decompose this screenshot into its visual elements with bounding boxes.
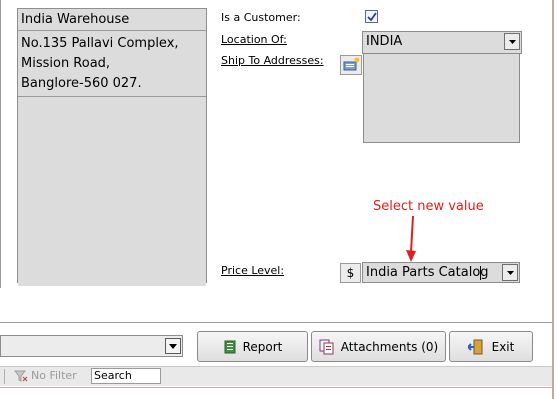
- report-label: Report: [242, 339, 283, 354]
- address-panel: India Warehouse No.135 Pallavi Complex, …: [17, 8, 207, 286]
- no-filter-label: No Filter: [31, 369, 77, 382]
- report-button[interactable]: Report: [197, 331, 308, 362]
- address-name-field[interactable]: India Warehouse: [18, 9, 206, 31]
- window-bottom-border: [0, 387, 552, 388]
- record-select[interactable]: [0, 335, 183, 357]
- price-level-select[interactable]: India Parts Catalog: [362, 262, 520, 283]
- exit-door-icon: [467, 339, 483, 354]
- chevron-down-icon[interactable]: [502, 264, 518, 281]
- attachments-icon: [319, 339, 334, 354]
- location-label: Location Of:: [221, 33, 287, 46]
- attachments-button[interactable]: Attachments (0): [311, 331, 446, 362]
- window-left-border: [0, 0, 1, 288]
- address-row[interactable]: [18, 244, 206, 266]
- text-cursor: [480, 266, 481, 280]
- exit-label: Exit: [491, 339, 515, 354]
- ship-to-addresses-list[interactable]: [363, 53, 520, 143]
- address-row[interactable]: [18, 139, 206, 161]
- section-divider: [0, 322, 552, 323]
- location-value: INDIA: [366, 34, 403, 49]
- search-input[interactable]: Search: [91, 368, 161, 384]
- edit-ship-addresses-button[interactable]: [340, 55, 362, 75]
- is-customer-label: Is a Customer:: [221, 11, 301, 24]
- no-filter-icon: [14, 370, 28, 382]
- address-row[interactable]: [18, 223, 206, 245]
- price-level-label: Price Level:: [221, 264, 285, 277]
- is-customer-checkbox[interactable]: [365, 10, 378, 23]
- address-row[interactable]: [18, 181, 206, 203]
- exit-button[interactable]: Exit: [449, 331, 533, 362]
- address-row[interactable]: [18, 160, 206, 182]
- address-row[interactable]: [18, 97, 206, 119]
- price-level-value: India Parts Catalog: [366, 265, 489, 280]
- window-right-border: [552, 0, 554, 399]
- callout-arrow-icon: [406, 216, 416, 262]
- address-row[interactable]: [18, 202, 206, 224]
- address-text-field[interactable]: No.135 Pallavi Complex, Mission Road, Ba…: [18, 31, 206, 97]
- address-book-icon: [343, 57, 360, 71]
- chevron-down-icon[interactable]: [504, 33, 520, 50]
- ship-to-label: Ship To Addresses:: [221, 54, 324, 67]
- record-navigation-bar: [0, 366, 552, 386]
- no-filter-button[interactable]: No Filter: [14, 369, 77, 382]
- attachments-label: Attachments (0): [340, 339, 439, 354]
- nav-divider: [4, 369, 5, 384]
- address-row[interactable]: [18, 118, 206, 140]
- address-row[interactable]: [18, 265, 206, 286]
- callout-text: Select new value: [373, 199, 484, 214]
- chevron-down-icon[interactable]: [165, 338, 181, 354]
- report-icon: [224, 340, 236, 353]
- location-select[interactable]: INDIA: [362, 31, 522, 54]
- checkmark-icon: [367, 12, 377, 22]
- currency-symbol: $: [340, 263, 361, 283]
